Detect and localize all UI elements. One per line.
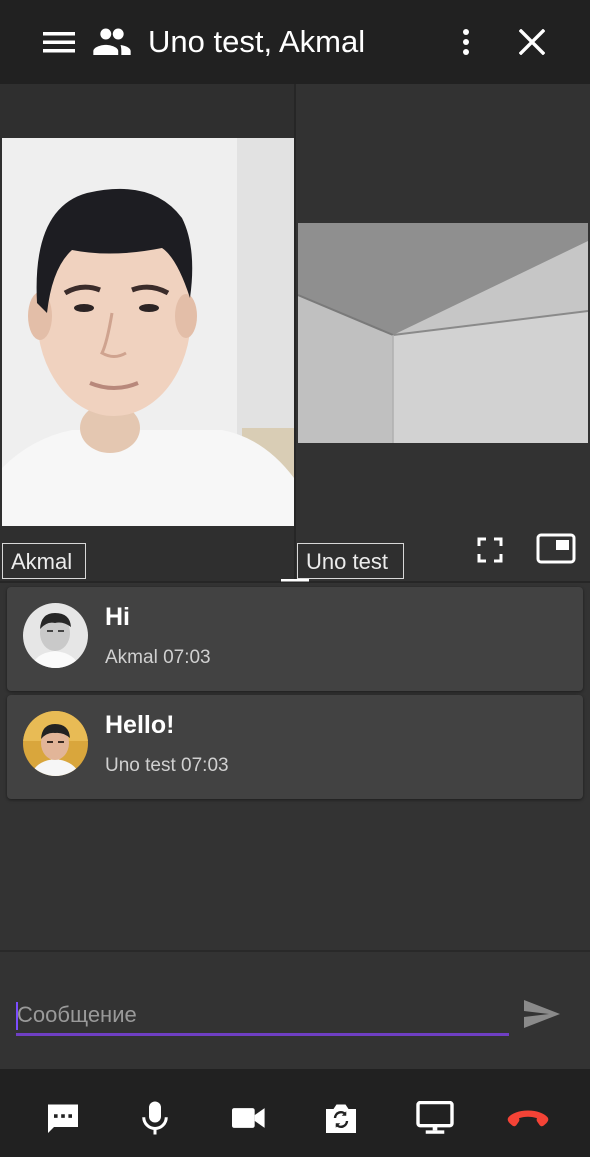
- chat-message: Hi Akmal 07:03: [7, 587, 583, 691]
- message-input[interactable]: [16, 996, 509, 1036]
- screen-share-icon[interactable]: [413, 1096, 457, 1140]
- close-icon[interactable]: [514, 24, 550, 60]
- avatar: [23, 711, 88, 776]
- people-icon: [92, 24, 132, 58]
- microphone-icon[interactable]: [133, 1096, 177, 1140]
- message-meta: Akmal 07:03: [105, 647, 211, 668]
- video-camera-icon[interactable]: [227, 1096, 271, 1140]
- chat-icon[interactable]: [41, 1096, 85, 1140]
- switch-camera-icon[interactable]: [319, 1096, 363, 1140]
- picture-in-picture-icon[interactable]: [536, 532, 576, 568]
- send-icon[interactable]: [522, 998, 562, 1034]
- avatar: [23, 603, 88, 668]
- text-cursor: [16, 1002, 18, 1030]
- call-toolbar: [0, 1069, 590, 1157]
- more-vert-icon[interactable]: [452, 24, 480, 60]
- participant-name-tag: Uno test: [297, 543, 404, 579]
- hang-up-icon[interactable]: [506, 1096, 550, 1140]
- message-text: Hi: [105, 603, 130, 631]
- fullscreen-icon[interactable]: [476, 536, 504, 564]
- participant-name-tag: Akmal: [2, 543, 86, 579]
- page-title: Uno test, Akmal: [148, 24, 366, 59]
- message-text: Hello!: [105, 711, 175, 739]
- menu-icon[interactable]: [40, 26, 78, 58]
- message-meta: Uno test 07:03: [105, 755, 229, 776]
- video-stream-akmal: [2, 138, 294, 526]
- video-stream-uno-test: [298, 223, 588, 443]
- chat-message: Hello! Uno test 07:03: [7, 695, 583, 799]
